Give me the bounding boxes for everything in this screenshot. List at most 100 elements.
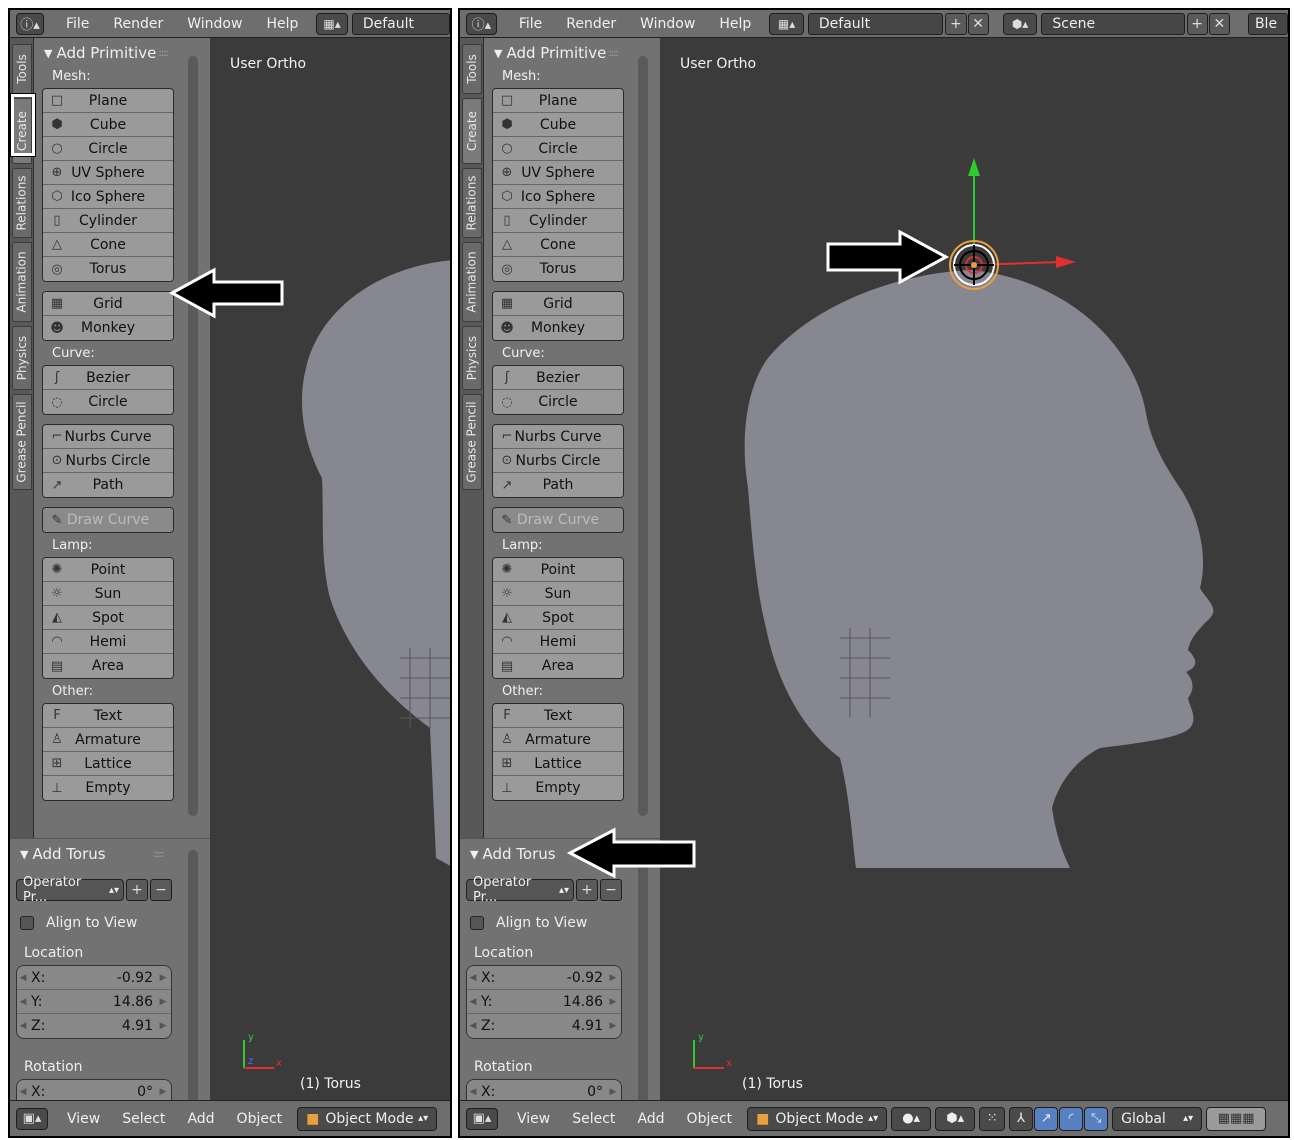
add-area-lamp-button-right[interactable]: ▤ Area bbox=[493, 654, 623, 678]
add-cylinder-button-right[interactable]: ▯ Cylinder bbox=[493, 209, 623, 233]
pivot-point-icon[interactable]: ⬢▴ bbox=[935, 1106, 976, 1131]
menu-view-right[interactable]: View bbox=[506, 1111, 561, 1127]
add-text-button-right[interactable]: F Text bbox=[493, 704, 623, 728]
menu-file[interactable]: File bbox=[54, 16, 101, 32]
tab-physics[interactable]: Physics bbox=[12, 326, 32, 390]
add-cone-button[interactable]: △ Cone bbox=[43, 233, 173, 257]
add-scene-icon[interactable]: + bbox=[1186, 12, 1208, 35]
menu-object[interactable]: Object bbox=[226, 1111, 294, 1127]
tab-grease-pencil[interactable]: Grease Pencil bbox=[12, 394, 32, 490]
add-layout-icon[interactable]: + bbox=[945, 12, 967, 35]
location-x-field-right[interactable]: ◀ X: -0.92 ▶ bbox=[467, 966, 621, 990]
menu-render[interactable]: Render bbox=[101, 16, 175, 32]
add-armature-button[interactable]: ♙ Armature bbox=[43, 728, 173, 752]
add-preset-icon-right[interactable]: + bbox=[576, 879, 598, 901]
add-spot-lamp-button[interactable]: ◭ Spot bbox=[43, 606, 173, 630]
remove-preset-icon-right[interactable]: − bbox=[600, 879, 622, 901]
add-circle-button[interactable]: ○ Circle bbox=[43, 137, 173, 161]
operator-preset-select-right[interactable]: Operator Pr... ▴▾ bbox=[466, 875, 574, 905]
remove-scene-icon[interactable]: ✕ bbox=[1208, 12, 1230, 35]
operator-scrollbar[interactable] bbox=[188, 850, 198, 1110]
add-cone-button-right[interactable]: △ Cone bbox=[493, 233, 623, 257]
tab-relations[interactable]: Relations bbox=[12, 168, 32, 238]
location-z-field[interactable]: ◀ Z: 4.91 ▶ bbox=[17, 1014, 171, 1038]
add-path-button-right[interactable]: ↗ Path bbox=[493, 473, 623, 497]
add-circle-button-right[interactable]: ○ Circle bbox=[493, 137, 623, 161]
menu-add[interactable]: Add bbox=[176, 1111, 225, 1127]
add-empty-button[interactable]: ⊥ Empty bbox=[43, 776, 173, 800]
add-uv-sphere-button-right[interactable]: ⊕ UV Sphere bbox=[493, 161, 623, 185]
add-point-lamp-button-right[interactable]: ✺ Point bbox=[493, 558, 623, 582]
add-empty-button-right[interactable]: ⊥ Empty bbox=[493, 776, 623, 800]
add-grid-button[interactable]: ▦ Grid bbox=[43, 292, 173, 316]
menu-window[interactable]: Window bbox=[175, 16, 254, 32]
add-nurbs-circle-button[interactable]: ⊙ Nurbs Circle bbox=[43, 449, 173, 473]
draw-curve-button[interactable]: ✎ Draw Curve bbox=[43, 508, 173, 532]
add-ico-sphere-button[interactable]: ⬡ Ico Sphere bbox=[43, 185, 173, 209]
editor-type-icon[interactable]: ▣▴ bbox=[16, 1107, 48, 1130]
remove-preset-icon[interactable]: − bbox=[150, 879, 172, 901]
tab-create-right[interactable]: Create bbox=[462, 98, 482, 164]
panel-header-right[interactable]: ▼ Add Primitive:::: bbox=[484, 38, 660, 68]
transform-orientation-select[interactable]: Global ▴▾ bbox=[1112, 1106, 1203, 1131]
add-cube-button-right[interactable]: ⬢ Cube bbox=[493, 113, 623, 137]
remove-layout-icon[interactable]: ✕ bbox=[967, 12, 989, 35]
menu-render-right[interactable]: Render bbox=[554, 16, 628, 32]
scene-icon[interactable]: ⬢▴ bbox=[1002, 12, 1038, 35]
menu-help[interactable]: Help bbox=[254, 16, 310, 32]
scene-name-field[interactable]: Scene bbox=[1041, 12, 1185, 35]
add-preset-icon[interactable]: + bbox=[126, 879, 148, 901]
object-mode-select[interactable]: ■ Object Mode ▴▾ bbox=[297, 1106, 438, 1131]
operator-header[interactable]: ▼ Add Torus:::: bbox=[10, 839, 210, 869]
tab-tools[interactable]: Tools bbox=[12, 44, 32, 94]
align-to-view-checkbox[interactable]: Align to View bbox=[20, 915, 210, 931]
layout-name-field-right[interactable]: Default bbox=[807, 12, 944, 35]
add-lattice-button[interactable]: ⊞ Lattice bbox=[43, 752, 173, 776]
add-torus-button[interactable]: ◎ Torus bbox=[43, 257, 173, 281]
3d-viewport-right[interactable]: User Ortho (1) Torus y x bbox=[660, 38, 1288, 1100]
add-nurbs-curve-button-right[interactable]: ⌐ Nurbs Curve bbox=[493, 425, 623, 449]
object-mode-select-right[interactable]: ■ Object Mode ▴▾ bbox=[747, 1106, 888, 1131]
layout-icon-right[interactable]: ▦▴ bbox=[769, 12, 804, 35]
add-ico-sphere-button-right[interactable]: ⬡ Ico Sphere bbox=[493, 185, 623, 209]
layout-name-field[interactable]: Default bbox=[351, 12, 450, 35]
location-y-field[interactable]: ◀ Y: 14.86 ▶ bbox=[17, 990, 171, 1014]
add-monkey-button-right[interactable]: ☻ Monkey bbox=[493, 316, 623, 340]
tab-physics-right[interactable]: Physics bbox=[462, 326, 482, 390]
add-nurbs-circle-button-right[interactable]: ⊙ Nurbs Circle bbox=[493, 449, 623, 473]
align-to-view-checkbox-right[interactable]: Align to View bbox=[470, 915, 660, 931]
menu-file-right[interactable]: File bbox=[507, 16, 554, 32]
panel-scrollbar-right[interactable] bbox=[638, 56, 648, 816]
add-armature-button-right[interactable]: ♙ Armature bbox=[493, 728, 623, 752]
tab-relations-right[interactable]: Relations bbox=[462, 168, 482, 238]
add-torus-button-right[interactable]: ◎ Torus bbox=[493, 257, 623, 281]
add-curve-circle-button-right[interactable]: ◌ Circle bbox=[493, 390, 623, 414]
add-path-button[interactable]: ↗ Path bbox=[43, 473, 173, 497]
add-nurbs-curve-button[interactable]: ⌐ Nurbs Curve bbox=[43, 425, 173, 449]
add-spot-lamp-button-right[interactable]: ◭ Spot bbox=[493, 606, 623, 630]
scale-manipulator-icon[interactable]: ⤡ bbox=[1084, 1106, 1109, 1131]
manipulator-toggle-icon[interactable]: ⅄ bbox=[1009, 1106, 1034, 1131]
add-lattice-button-right[interactable]: ⊞ Lattice bbox=[493, 752, 623, 776]
draw-curve-button-right[interactable]: ✎ Draw Curve bbox=[493, 508, 623, 532]
add-hemi-lamp-button-right[interactable]: ◠ Hemi bbox=[493, 630, 623, 654]
add-plane-button[interactable]: □ Plane bbox=[43, 89, 173, 113]
add-sun-lamp-button-right[interactable]: ☼ Sun bbox=[493, 582, 623, 606]
add-bezier-button[interactable]: ʃ Bezier bbox=[43, 366, 173, 390]
tab-tools-right[interactable]: Tools bbox=[462, 44, 482, 94]
location-x-field[interactable]: ◀ X: -0.92 ▶ bbox=[17, 966, 171, 990]
add-area-lamp-button[interactable]: ▤ Area bbox=[43, 654, 173, 678]
add-curve-circle-button[interactable]: ◌ Circle bbox=[43, 390, 173, 414]
add-text-button[interactable]: F Text bbox=[43, 704, 173, 728]
menu-add-right[interactable]: Add bbox=[626, 1111, 675, 1127]
menu-window-right[interactable]: Window bbox=[628, 16, 707, 32]
panel-header[interactable]: ▼ Add Primitive:::: bbox=[34, 38, 210, 68]
add-plane-button-right[interactable]: □ Plane bbox=[493, 89, 623, 113]
transform-gizmo[interactable] bbox=[949, 158, 1076, 290]
add-uv-sphere-button[interactable]: ⊕ UV Sphere bbox=[43, 161, 173, 185]
translate-manipulator-icon[interactable]: ↗ bbox=[1034, 1106, 1059, 1131]
menu-help-right[interactable]: Help bbox=[707, 16, 763, 32]
layers-icon[interactable]: ▦▦▦ bbox=[1206, 1106, 1267, 1131]
3d-viewport[interactable]: User Ortho (1) Torus y x z bbox=[210, 38, 450, 1100]
operator-scrollbar-right[interactable] bbox=[638, 850, 648, 1110]
